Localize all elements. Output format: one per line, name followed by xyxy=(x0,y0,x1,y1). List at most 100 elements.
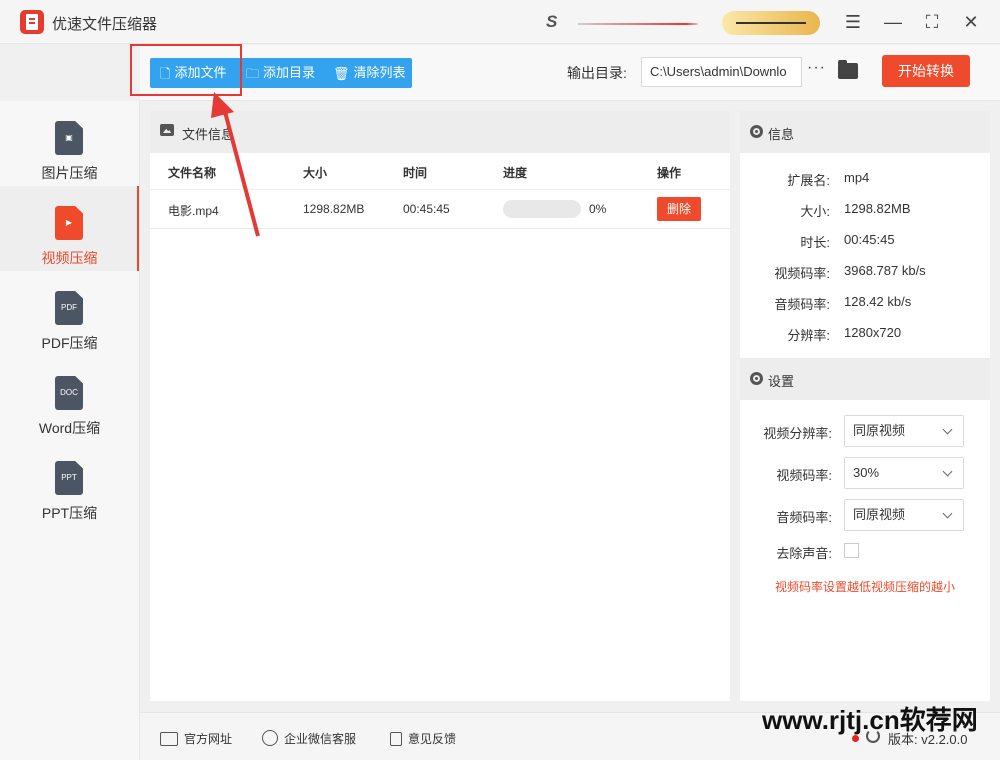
info-row-video-bitrate: 视频码率: 3968.787 kb/s xyxy=(740,263,990,283)
output-dir-label: 输出目录: xyxy=(567,65,627,81)
info-key: 分辨率: xyxy=(787,328,830,343)
settings-title: 设置 xyxy=(768,374,795,389)
sidebar-item-word[interactable]: DOC Word压缩 xyxy=(0,356,139,441)
video-bitrate-label: 视频码率: xyxy=(776,468,832,483)
file-panel-title: 文件信息 xyxy=(182,127,235,142)
sidebar-item-video[interactable]: ▶ 视频压缩 xyxy=(0,186,139,271)
column-header-size: 大小 xyxy=(303,166,328,180)
maximize-icon[interactable]: ⛶ xyxy=(920,10,944,34)
progress-label: 0% xyxy=(589,202,607,216)
info-row-size: 大小: 1298.82MB xyxy=(740,201,990,221)
sidebar-item-label: Word压缩 xyxy=(38,420,101,436)
info-key: 视频码率: xyxy=(774,266,830,281)
brand-logo-icon: S xyxy=(546,12,698,32)
progress-bar xyxy=(503,200,581,218)
doc-file-icon: DOC xyxy=(55,376,83,410)
info-key: 时长: xyxy=(800,235,830,250)
video-resolution-label: 视频分辨率: xyxy=(763,426,832,441)
close-icon[interactable]: ✕ xyxy=(959,10,983,34)
sidebar-item-label: PDF压缩 xyxy=(41,335,98,351)
video-file-icon: ▶ xyxy=(55,206,83,240)
info-key: 音频码率: xyxy=(774,297,830,312)
website-icon xyxy=(160,732,178,746)
file-panel-header: 文件信息 xyxy=(150,111,730,153)
ppt-file-icon: PPT xyxy=(55,461,83,495)
watermark: www.rjtj.cn软荐网 xyxy=(762,705,978,735)
file-name: 电影.mp4 xyxy=(168,204,219,218)
sidebar-item-image[interactable]: ▣ 图片压缩 xyxy=(0,101,139,186)
minimize-icon[interactable]: — xyxy=(881,10,905,34)
sidebar-item-pdf[interactable]: PDF PDF压缩 xyxy=(0,271,139,356)
sidebar-item-label: 图片压缩 xyxy=(41,165,98,181)
remove-audio-label: 去除声音: xyxy=(776,546,832,561)
remove-audio-checkbox[interactable] xyxy=(844,543,859,558)
image-icon xyxy=(160,124,174,136)
info-row-audio-bitrate: 音频码率: 128.42 kb/s xyxy=(740,294,990,314)
file-size: 1298.82MB xyxy=(303,202,365,216)
info-title: 信息 xyxy=(768,127,795,142)
info-row-resolution: 分辨率: 1280x720 xyxy=(740,325,990,345)
wechat-label: 企业微信客服 xyxy=(284,732,357,746)
open-folder-icon[interactable] xyxy=(838,60,858,79)
info-value: 1298.82MB xyxy=(844,201,911,216)
audio-bitrate-select[interactable]: 同原视频 xyxy=(844,499,964,531)
chevron-down-icon xyxy=(942,424,953,435)
file-list-panel: 文件信息 文件名称 大小 时间 进度 操作 电影.mp4 1298.82MB 0… xyxy=(150,111,730,701)
file-table-header: 文件名称 大小 时间 进度 操作 xyxy=(150,153,730,189)
info-value: 128.42 kb/s xyxy=(844,294,912,309)
video-bitrate-value: 30% xyxy=(853,465,880,480)
start-convert-button[interactable]: 开始转换 xyxy=(882,55,970,87)
settings-header: 设置 xyxy=(740,358,990,400)
info-key: 大小: xyxy=(800,204,830,219)
feedback-label: 意见反馈 xyxy=(408,732,457,746)
feedback-link[interactable]: 意见反馈 xyxy=(390,730,456,747)
info-key: 扩展名: xyxy=(787,173,830,188)
info-value: 00:45:45 xyxy=(844,232,895,247)
audio-bitrate-label: 音频码率: xyxy=(776,510,832,525)
website-label: 官方网址 xyxy=(184,732,233,746)
video-bitrate-select[interactable]: 30% xyxy=(844,457,964,489)
wechat-icon xyxy=(262,730,278,746)
video-resolution-select[interactable]: 同原视频 xyxy=(844,415,964,447)
file-duration: 00:45:45 xyxy=(403,202,450,216)
app-title: 优速文件压缩器 xyxy=(52,16,158,33)
video-resolution-value: 同原视频 xyxy=(853,423,906,438)
chevron-down-icon xyxy=(942,508,953,519)
add-directory-label: 添加目录 xyxy=(263,65,316,80)
add-directory-button[interactable]: 🗀 添加目录 xyxy=(246,58,315,88)
vip-badge[interactable] xyxy=(722,11,820,35)
audio-bitrate-value: 同原视频 xyxy=(853,507,906,522)
gear-icon xyxy=(750,372,763,385)
info-value: 1280x720 xyxy=(844,325,902,340)
annotation-highlight-box xyxy=(130,44,242,96)
sidebar: ▣ 图片压缩 ▶ 视频压缩 PDF PDF压缩 DOC Word压缩 PPT P… xyxy=(0,101,140,760)
more-button[interactable]: ··· xyxy=(807,59,826,77)
delete-button[interactable]: 删除 xyxy=(657,197,701,221)
info-row-duration: 时长: 00:45:45 xyxy=(740,232,990,252)
wechat-service-link[interactable]: 企业微信客服 xyxy=(262,730,356,747)
info-header: 信息 xyxy=(740,111,990,153)
pdf-file-icon: PDF xyxy=(55,291,83,325)
sidebar-item-ppt[interactable]: PPT PPT压缩 xyxy=(0,441,139,526)
sidebar-item-label: PPT压缩 xyxy=(41,505,98,521)
trash-icon: 🗑 xyxy=(333,66,350,81)
image-file-icon: ▣ xyxy=(55,121,83,155)
output-path-field[interactable]: C:\Users\admin\Downlo xyxy=(641,57,802,87)
bitrate-hint: 视频码率设置越低视频压缩的越小 xyxy=(774,580,955,594)
menu-icon[interactable]: ☰ xyxy=(841,10,865,34)
title-bar: 优速文件压缩器 S ☰ — ⛶ ✕ xyxy=(0,0,1000,44)
column-header-time: 时间 xyxy=(403,166,428,180)
feedback-icon xyxy=(390,732,402,746)
chevron-down-icon xyxy=(942,466,953,477)
app-logo-icon xyxy=(20,10,44,34)
clear-list-label: 清除列表 xyxy=(353,65,406,80)
column-header-name: 文件名称 xyxy=(168,166,217,180)
sidebar-item-label: 视频压缩 xyxy=(41,250,98,266)
column-header-progress: 进度 xyxy=(503,166,528,180)
info-row-ext: 扩展名: mp4 xyxy=(740,170,990,190)
right-panel: 信息 扩展名: mp4 大小: 1298.82MB 时长: 00:45:45 视… xyxy=(740,111,990,701)
table-row[interactable]: 电影.mp4 1298.82MB 00:45:45 0% 删除 xyxy=(150,189,730,229)
column-header-action: 操作 xyxy=(657,166,682,180)
website-link[interactable]: 官方网址 xyxy=(160,730,232,747)
clear-list-button[interactable]: 🗑 清除列表 xyxy=(333,58,406,88)
